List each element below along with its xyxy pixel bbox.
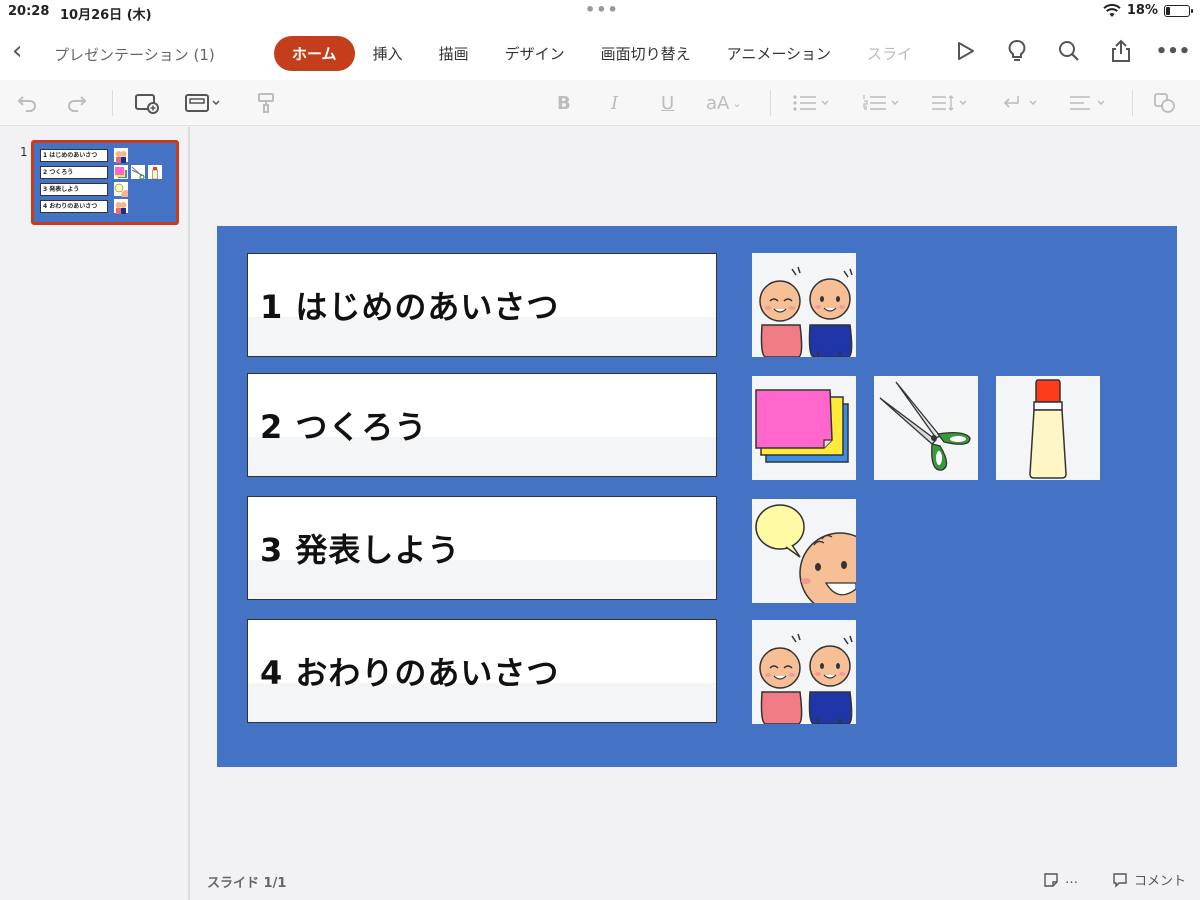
glue-icon[interactable] xyxy=(996,376,1100,480)
colored-paper-icon[interactable] xyxy=(752,376,856,480)
tab-animations[interactable]: アニメーション xyxy=(709,36,849,71)
wifi-icon xyxy=(1103,3,1121,17)
thumb-item-4: 4 おわりのあいさつ xyxy=(40,200,108,213)
numbering-icon[interactable] xyxy=(862,90,904,116)
status-time: 20:28 xyxy=(8,4,50,19)
scissors-icon[interactable] xyxy=(874,376,978,480)
ribbon-tabs: ホーム 挿入 描画 デザイン 画面切り替え アニメーション スライ xyxy=(274,36,930,71)
agenda-item-2[interactable]: 2 つくろう xyxy=(247,373,717,477)
agenda-item-label: 1 はじめのあいさつ xyxy=(260,288,560,326)
notes-icon xyxy=(1044,872,1058,887)
document-title[interactable]: プレゼンテーション (1) xyxy=(54,44,215,65)
agenda-item-label: 4 おわりのあいさつ xyxy=(260,654,560,692)
comments-label: コメント xyxy=(1133,874,1186,889)
agenda-item-3[interactable]: 3 発表しよう xyxy=(247,496,717,600)
slide-number: 1 xyxy=(20,145,28,159)
slides-panel: 1 1 はじめのあいさつ 2 つくろう 3 発表しよう 4 おわりのあいさつ xyxy=(0,127,190,900)
notes-label: … xyxy=(1064,872,1078,887)
more-icon[interactable]: ••• xyxy=(1156,38,1191,64)
greeting-kids-icon[interactable] xyxy=(752,620,856,724)
agenda-item-label: 2 つくろう xyxy=(260,408,428,446)
thumb-speech-icon xyxy=(114,182,131,200)
tab-slideshow[interactable]: スライ xyxy=(849,36,930,71)
thumb-item-3: 3 発表しよう xyxy=(40,183,108,196)
font-size-button[interactable]: aA ⌄ xyxy=(706,90,742,116)
thumb-scissors-icon xyxy=(131,165,145,180)
bullets-icon[interactable] xyxy=(792,90,834,116)
thumb-greeting-icon xyxy=(114,148,128,163)
greeting-kids-icon[interactable] xyxy=(752,253,856,357)
tab-home[interactable]: ホーム xyxy=(274,36,355,71)
share-icon[interactable] xyxy=(1108,38,1134,64)
chevron-down-icon: ⌄ xyxy=(732,96,742,110)
thumb-greeting-icon xyxy=(114,199,128,214)
battery-fill xyxy=(1166,6,1170,15)
font-size-label: aA xyxy=(706,92,730,114)
multitasking-dots-icon[interactable]: ••• xyxy=(585,0,619,19)
new-slide-icon[interactable] xyxy=(134,90,160,116)
comments-button[interactable]: コメント xyxy=(1112,870,1186,889)
thumb-item-2: 2 つくろう xyxy=(40,166,108,179)
battery-icon xyxy=(1164,4,1193,17)
slide[interactable]: 1 はじめのあいさつ 2 つくろう 3 発表しよう 4 おわりのあいさつ xyxy=(217,226,1177,767)
thumb-glue-icon xyxy=(148,165,162,180)
agenda-item-label: 3 発表しよう xyxy=(260,531,461,569)
tab-insert[interactable]: 挿入 xyxy=(355,36,421,71)
play-icon[interactable] xyxy=(952,38,978,64)
slide-count: スライド 1/1 xyxy=(207,876,287,891)
undo-icon[interactable] xyxy=(16,90,38,116)
shapes-icon[interactable] xyxy=(1152,90,1178,116)
line-spacing-icon[interactable] xyxy=(930,90,972,116)
speech-bubble-kid-icon[interactable] xyxy=(752,499,856,603)
thumb-item-1: 1 はじめのあいさつ xyxy=(40,149,108,162)
status-date: 10月26日 (木) xyxy=(60,8,152,23)
status-bar: 20:28 10月26日 (木) ••• 18% xyxy=(0,0,1200,24)
lightbulb-icon[interactable] xyxy=(1004,38,1030,64)
toolbar-divider xyxy=(1132,90,1133,116)
toolbar-divider xyxy=(112,90,113,116)
format-painter-icon[interactable] xyxy=(256,90,276,116)
toolbar-divider xyxy=(770,90,771,116)
back-chevron-icon[interactable]: ‹ xyxy=(12,38,22,64)
align-icon[interactable] xyxy=(1068,90,1110,116)
agenda-item-4[interactable]: 4 おわりのあいさつ xyxy=(247,619,717,723)
comment-icon xyxy=(1113,872,1127,888)
thumb-paper-icon xyxy=(114,165,128,179)
underline-button[interactable]: U xyxy=(661,90,674,116)
bold-button[interactable]: B xyxy=(557,90,571,116)
redo-icon[interactable] xyxy=(66,90,88,116)
slide-thumbnail[interactable]: 1 はじめのあいさつ 2 つくろう 3 発表しよう 4 おわりのあいさつ xyxy=(31,140,179,225)
tab-transitions[interactable]: 画面切り替え xyxy=(583,36,709,71)
agenda-item-1[interactable]: 1 はじめのあいさつ xyxy=(247,253,717,357)
tab-design[interactable]: デザイン xyxy=(487,36,583,71)
tab-draw[interactable]: 描画 xyxy=(421,36,487,71)
italic-button[interactable]: I xyxy=(611,90,618,116)
battery-percent: 18% xyxy=(1126,3,1158,18)
search-icon[interactable] xyxy=(1056,38,1082,64)
notes-button[interactable]: … xyxy=(1043,872,1078,888)
app-header: ‹ プレゼンテーション (1) ホーム 挿入 描画 デザイン 画面切り替え アニ… xyxy=(0,24,1200,80)
ribbon-toolbar: B I U aA ⌄ xyxy=(0,80,1200,126)
text-direction-icon[interactable] xyxy=(1000,90,1042,116)
layout-icon[interactable] xyxy=(184,90,222,116)
